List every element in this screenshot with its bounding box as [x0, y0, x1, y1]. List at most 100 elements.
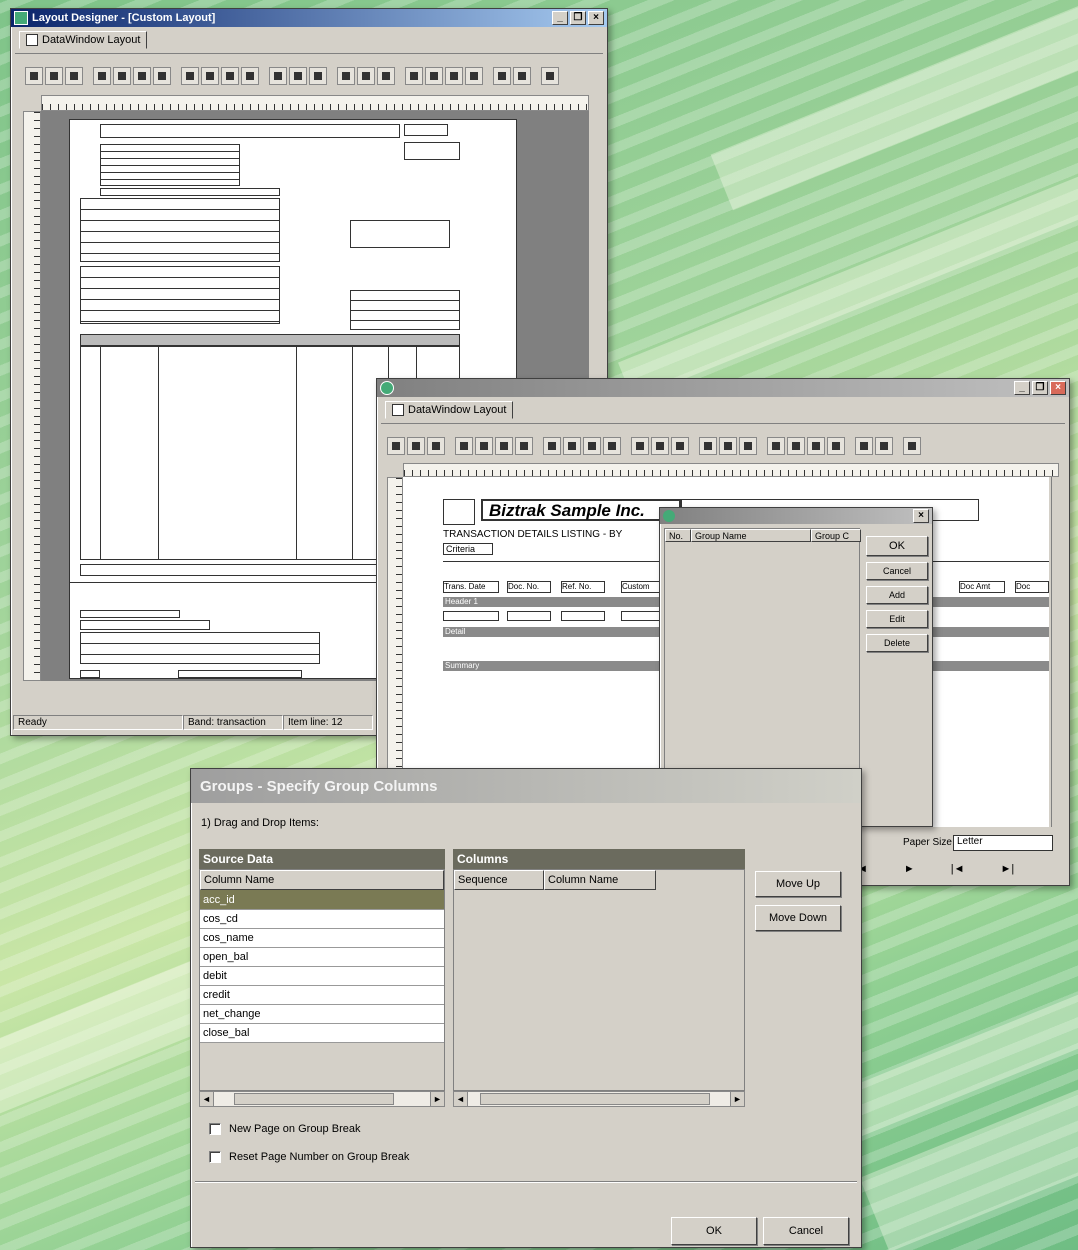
minimize-icon[interactable]: _ — [552, 11, 568, 25]
reset-page-checkbox[interactable]: Reset Page Number on Group Break — [209, 1151, 409, 1163]
zoom-icon[interactable] — [337, 67, 355, 85]
tab-datawindow-layout[interactable]: DataWindow Layout — [385, 401, 514, 419]
list-item[interactable]: cos_name — [200, 929, 444, 948]
scroll-right-icon[interactable]: ► — [730, 1092, 744, 1106]
italic-icon[interactable] — [289, 67, 307, 85]
close-icon[interactable]: × — [913, 509, 929, 523]
groups-ok-button[interactable]: OK — [866, 536, 928, 556]
close-icon[interactable]: × — [588, 11, 604, 25]
groups-edit-button[interactable]: Edit — [866, 610, 928, 628]
groups-cancel-button[interactable]: Cancel — [866, 562, 928, 580]
group-tool-icon[interactable] — [133, 67, 151, 85]
exit-icon[interactable] — [541, 67, 559, 85]
scroll-thumb[interactable] — [480, 1093, 710, 1105]
align-left-icon[interactable] — [405, 67, 423, 85]
checkbox-box[interactable] — [209, 1123, 221, 1135]
column-tool-icon[interactable] — [427, 437, 445, 455]
source-hscrollbar[interactable]: ◄ ► — [199, 1091, 445, 1107]
scroll-thumb[interactable] — [234, 1093, 394, 1105]
italic-icon[interactable] — [651, 437, 669, 455]
columns-list[interactable]: Sequence Column Name — [453, 869, 745, 1091]
export-icon[interactable] — [875, 437, 893, 455]
nav-next-icon[interactable]: ► — [904, 863, 915, 875]
col-group-c-header[interactable]: Group C — [811, 529, 861, 542]
restore-icon[interactable]: ❐ — [1032, 381, 1048, 395]
dialog-titlebar[interactable]: Groups - Specify Group Columns — [191, 769, 861, 803]
report-title-box[interactable]: Biztrak Sample Inc. — [481, 499, 681, 521]
align-justify-icon[interactable] — [827, 437, 845, 455]
align-right-icon[interactable] — [445, 67, 463, 85]
move-up-button[interactable]: Move Up — [755, 871, 841, 897]
minimize-icon[interactable]: _ — [1014, 381, 1030, 395]
vertical-scrollbar[interactable] — [1051, 477, 1065, 827]
align-justify-icon[interactable] — [465, 67, 483, 85]
restore-icon[interactable]: ❐ — [570, 11, 586, 25]
preview-icon[interactable] — [357, 67, 375, 85]
col-no-header[interactable]: No. — [665, 529, 691, 542]
select-tool-icon[interactable] — [25, 67, 43, 85]
exit-icon[interactable] — [903, 437, 921, 455]
underline-icon[interactable] — [309, 67, 327, 85]
columns-hscrollbar[interactable]: ◄ ► — [453, 1091, 745, 1107]
text-tool-icon[interactable] — [45, 67, 63, 85]
grid-tool-icon[interactable] — [221, 67, 239, 85]
bold-icon[interactable] — [269, 67, 287, 85]
zoom-icon[interactable] — [699, 437, 717, 455]
group-tool-icon[interactable] — [495, 437, 513, 455]
grid-tool-icon[interactable] — [583, 437, 601, 455]
align-right-icon[interactable] — [807, 437, 825, 455]
scroll-left-icon[interactable]: ◄ — [200, 1092, 214, 1106]
list-item[interactable]: open_bal — [200, 948, 444, 967]
groups-delete-button[interactable]: Delete — [866, 634, 928, 652]
align-center-icon[interactable] — [425, 67, 443, 85]
list-item[interactable]: acc_id — [200, 890, 444, 910]
col-group-name-header[interactable]: Group Name — [691, 529, 811, 542]
compute-tool-icon[interactable] — [455, 437, 473, 455]
table-tool-icon[interactable] — [241, 67, 259, 85]
underline-icon[interactable] — [671, 437, 689, 455]
report-tool-icon[interactable] — [515, 437, 533, 455]
select-tool-icon[interactable] — [387, 437, 405, 455]
cancel-button[interactable]: Cancel — [763, 1217, 849, 1245]
line-tool-icon[interactable] — [181, 67, 199, 85]
rect-tool-icon[interactable] — [201, 67, 219, 85]
compute-tool-icon[interactable] — [93, 67, 111, 85]
picture-tool-icon[interactable] — [113, 67, 131, 85]
list-item[interactable]: debit — [200, 967, 444, 986]
table-tool-icon[interactable] — [603, 437, 621, 455]
move-down-button[interactable]: Move Down — [755, 905, 841, 931]
list-item[interactable]: net_change — [200, 1005, 444, 1024]
nav-first-icon[interactable]: |◄ — [951, 863, 965, 875]
list-item[interactable]: credit — [200, 986, 444, 1005]
source-data-list[interactable]: Column Name acc_id cos_cd cos_name open_… — [199, 869, 445, 1091]
nav-last-icon[interactable]: ►| — [1001, 863, 1015, 875]
ok-button[interactable]: OK — [671, 1217, 757, 1245]
list-item[interactable]: cos_cd — [200, 910, 444, 929]
rect-tool-icon[interactable] — [563, 437, 581, 455]
print-icon[interactable] — [739, 437, 757, 455]
scroll-right-icon[interactable]: ► — [430, 1092, 444, 1106]
window-titlebar[interactable]: Layout Designer - [Custom Layout] _ ❐ × — [11, 9, 607, 27]
scroll-left-icon[interactable]: ◄ — [454, 1092, 468, 1106]
picture-tool-icon[interactable] — [475, 437, 493, 455]
align-center-icon[interactable] — [787, 437, 805, 455]
columns-column-name-header[interactable]: Column Name — [544, 870, 656, 890]
list-item[interactable]: close_bal — [200, 1024, 444, 1043]
new-page-checkbox[interactable]: New Page on Group Break — [209, 1123, 360, 1135]
line-tool-icon[interactable] — [543, 437, 561, 455]
text-tool-icon[interactable] — [407, 437, 425, 455]
columns-sequence-header[interactable]: Sequence — [454, 870, 544, 890]
tab-datawindow-layout[interactable]: DataWindow Layout — [19, 31, 148, 49]
save-icon[interactable] — [493, 67, 511, 85]
align-left-icon[interactable] — [767, 437, 785, 455]
print-icon[interactable] — [377, 67, 395, 85]
paper-size-field[interactable]: Letter — [953, 835, 1053, 851]
report-tool-icon[interactable] — [153, 67, 171, 85]
checkbox-box[interactable] — [209, 1151, 221, 1163]
close-icon[interactable]: × — [1050, 381, 1066, 395]
source-column-name-header[interactable]: Column Name — [200, 870, 444, 890]
groups-add-button[interactable]: Add — [866, 586, 928, 604]
export-icon[interactable] — [513, 67, 531, 85]
preview-icon[interactable] — [719, 437, 737, 455]
bold-icon[interactable] — [631, 437, 649, 455]
